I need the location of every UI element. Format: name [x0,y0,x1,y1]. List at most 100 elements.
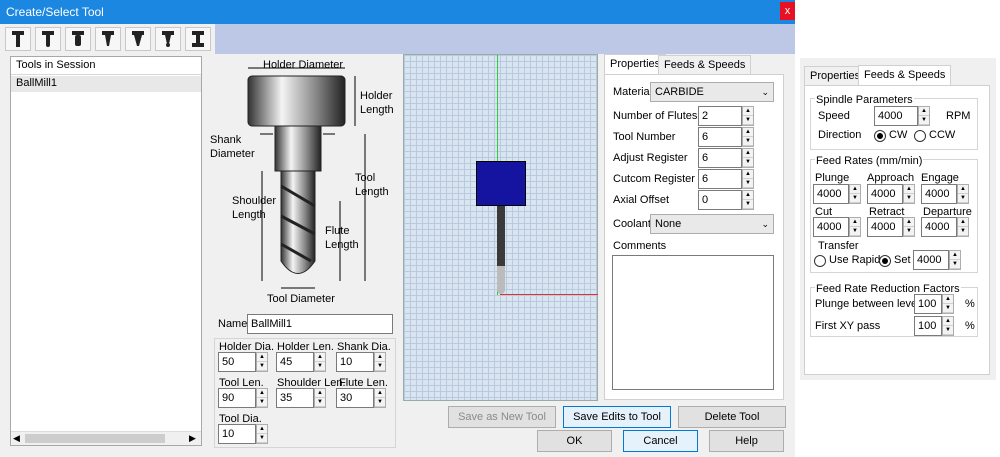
cut-stepper[interactable]: ▲ ▼ [849,217,861,237]
holder-len-stepper[interactable]: ▲ ▼ [314,352,326,372]
plunge-field[interactable]: 4000 [813,184,849,204]
coolant-select[interactable]: None ⌄ [650,214,774,234]
spin-down-icon[interactable]: ▼ [958,227,968,236]
speed-stepper[interactable]: ▲ ▼ [918,106,930,126]
engage-field[interactable]: 4000 [921,184,957,204]
delete-tool-button[interactable]: Delete Tool [678,406,786,428]
adjust-register-stepper[interactable]: ▲ ▼ [742,148,754,168]
flute-len-stepper[interactable]: ▲ ▼ [374,388,386,408]
spin-down-icon[interactable]: ▼ [375,398,385,407]
spin-up-icon[interactable]: ▲ [904,218,914,227]
approach-stepper[interactable]: ▲ ▼ [903,184,915,204]
spin-down-icon[interactable]: ▼ [943,304,953,313]
endmill-button[interactable] [5,27,31,51]
spin-up-icon[interactable]: ▲ [743,170,753,179]
spin-down-icon[interactable]: ▼ [257,398,267,407]
spin-up-icon[interactable]: ▲ [743,149,753,158]
list-item[interactable]: BallMill1 [11,76,201,92]
spin-down-icon[interactable]: ▼ [743,179,753,188]
plunge-levels-field[interactable]: 100 [914,294,942,314]
comments-textarea[interactable] [612,255,774,390]
spin-down-icon[interactable]: ▼ [958,194,968,203]
spin-down-icon[interactable]: ▼ [850,194,860,203]
spin-up-icon[interactable]: ▲ [943,317,953,326]
spin-down-icon[interactable]: ▼ [743,116,753,125]
spin-down-icon[interactable]: ▼ [257,434,267,443]
cutcom-register-stepper[interactable]: ▲ ▼ [742,169,754,189]
spin-up-icon[interactable]: ▲ [315,389,325,398]
flute-len-field[interactable]: 30 [336,388,374,408]
first-xy-stepper[interactable]: ▲ ▼ [942,316,954,336]
scroll-right-icon[interactable]: ▶ [189,433,196,444]
spin-up-icon[interactable]: ▲ [257,389,267,398]
spin-down-icon[interactable]: ▼ [919,116,929,125]
shoulder-len-field[interactable]: 35 [276,388,314,408]
tool-number-field[interactable]: 6 [698,127,742,147]
cut-field[interactable]: 4000 [813,217,849,237]
spin-up-icon[interactable]: ▲ [958,185,968,194]
spin-down-icon[interactable]: ▼ [904,227,914,236]
spin-down-icon[interactable]: ▼ [315,362,325,371]
spin-down-icon[interactable]: ▼ [375,362,385,371]
spin-down-icon[interactable]: ▼ [743,200,753,209]
shank-dia-stepper[interactable]: ▲ ▼ [374,352,386,372]
axial-offset-field[interactable]: 0 [698,190,742,210]
spin-up-icon[interactable]: ▲ [850,185,860,194]
spin-up-icon[interactable]: ▲ [743,107,753,116]
approach-field[interactable]: 4000 [867,184,903,204]
ballmill-button[interactable] [35,27,61,51]
spin-up-icon[interactable]: ▲ [919,107,929,116]
tool-name-input[interactable]: BallMill1 [247,314,393,334]
departure-stepper[interactable]: ▲ ▼ [957,217,969,237]
tab-properties[interactable]: Properties [804,66,867,86]
holder-dia-field[interactable]: 50 [218,352,256,372]
first-xy-field[interactable]: 100 [914,316,942,336]
help-button[interactable]: Help [709,430,784,452]
transfer-set-stepper[interactable]: ▲ ▼ [949,250,961,270]
tool-dia-stepper[interactable]: ▲ ▼ [256,424,268,444]
ok-button[interactable]: OK [537,430,612,452]
spin-up-icon[interactable]: ▲ [375,389,385,398]
spin-up-icon[interactable]: ▲ [943,295,953,304]
spin-up-icon[interactable]: ▲ [950,251,960,260]
scroll-left-icon[interactable]: ◀ [13,433,20,444]
holder-dia-stepper[interactable]: ▲ ▼ [256,352,268,372]
tab-feeds-speeds[interactable]: Feeds & Speeds [858,65,952,85]
use-rapid-radio[interactable] [814,255,826,267]
spin-down-icon[interactable]: ▼ [943,326,953,335]
ccw-radio[interactable] [914,130,926,142]
spin-down-icon[interactable]: ▼ [904,194,914,203]
spin-down-icon[interactable]: ▼ [950,260,960,269]
save-edits-button[interactable]: Save Edits to Tool [563,406,671,428]
spin-down-icon[interactable]: ▼ [257,362,267,371]
retract-field[interactable]: 4000 [867,217,903,237]
horizontal-scrollbar[interactable]: ◀ ▶ [11,431,201,445]
scroll-thumb[interactable] [25,434,165,443]
transfer-set-field[interactable]: 4000 [913,250,949,270]
taper-button[interactable] [125,27,151,51]
spin-down-icon[interactable]: ▼ [743,137,753,146]
spin-up-icon[interactable]: ▲ [257,353,267,362]
shank-dia-field[interactable]: 10 [336,352,374,372]
flutes-field[interactable]: 2 [698,106,742,126]
tool-len-stepper[interactable]: ▲ ▼ [256,388,268,408]
set-radio[interactable] [879,255,891,267]
spin-up-icon[interactable]: ▲ [315,353,325,362]
tslot-button[interactable] [185,27,211,51]
spin-up-icon[interactable]: ▲ [850,218,860,227]
adjust-register-field[interactable]: 6 [698,148,742,168]
plunge-stepper[interactable]: ▲ ▼ [849,184,861,204]
shoulder-len-stepper[interactable]: ▲ ▼ [314,388,326,408]
tool-dia-field[interactable]: 10 [218,424,256,444]
cancel-button[interactable]: Cancel [623,430,698,452]
bullnose-button[interactable] [65,27,91,51]
spin-up-icon[interactable]: ▲ [375,353,385,362]
tool-preview-viewport[interactable] [403,54,598,401]
retract-stepper[interactable]: ▲ ▼ [903,217,915,237]
spin-down-icon[interactable]: ▼ [315,398,325,407]
axial-offset-stepper[interactable]: ▲ ▼ [742,190,754,210]
departure-field[interactable]: 4000 [921,217,957,237]
plunge-levels-stepper[interactable]: ▲ ▼ [942,294,954,314]
material-select[interactable]: CARBIDE ⌄ [650,82,774,102]
speed-field[interactable]: 4000 [874,106,918,126]
